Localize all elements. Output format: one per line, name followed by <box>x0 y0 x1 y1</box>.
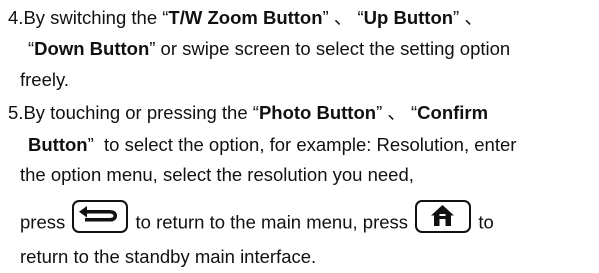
step5-text: return to the standby main interface. <box>20 246 317 267</box>
step5-line2: Button” to select the option, for exampl… <box>28 133 516 157</box>
step4-line1: 4.By switching the “T/W Zoom Button” 、 “… <box>8 6 483 30</box>
tw-zoom-button-term: T/W Zoom Button <box>168 7 323 28</box>
step5-number: 5. <box>8 102 24 123</box>
step4-text: freely. <box>20 69 70 90</box>
step5-line1: 5.By touching or pressing the “Photo But… <box>8 101 488 125</box>
photo-button-term: Photo Button <box>258 102 377 123</box>
step5-text: press <box>20 211 66 233</box>
step4-text: By switching the “ <box>23 7 169 28</box>
step5-line4: press to return to the main menu, press … <box>20 200 494 240</box>
step5-text: to <box>478 211 494 233</box>
confirm-button-term: Confirm <box>417 102 489 123</box>
step5-text: By touching or pressing the “ <box>23 102 259 123</box>
step4-line3: freely. <box>20 68 69 92</box>
home-icon <box>415 200 472 233</box>
step5-line5: return to the standby main interface. <box>20 245 316 269</box>
step4-text: ” 、 “ <box>322 7 364 28</box>
step5-text: to return to the main menu, press <box>135 211 409 233</box>
step4-line2: “Down Button” or swipe screen to select … <box>28 37 510 61</box>
step5-text: ” 、 “ <box>376 102 418 123</box>
manual-page: 4.By switching the “T/W Zoom Button” 、 “… <box>0 0 599 273</box>
step5-text: the option menu, select the resolution y… <box>20 164 414 185</box>
step4-text: ” 、 <box>453 7 483 28</box>
step4-number: 4. <box>8 7 24 28</box>
down-button-term: Down Button <box>34 38 150 59</box>
step5-line3: the option menu, select the resolution y… <box>20 163 414 187</box>
confirm-button-term-cont: Button <box>28 134 88 155</box>
up-button-term: Up Button <box>363 7 454 28</box>
back-arrow-icon <box>72 200 129 233</box>
step4-text: ” or swipe screen to select the setting … <box>149 38 511 59</box>
step5-text: ” to select the option, for example: Res… <box>87 134 517 155</box>
